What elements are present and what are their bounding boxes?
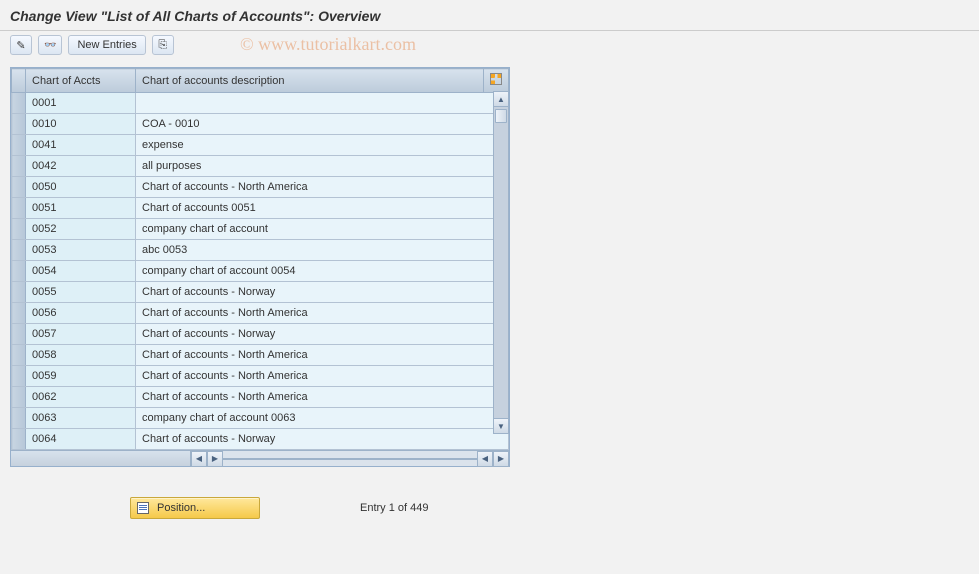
details-button[interactable]: [38, 35, 62, 55]
cell-description[interactable]: Chart of accounts 0051: [136, 198, 509, 219]
cell-description[interactable]: COA - 0010: [136, 114, 509, 135]
copy-icon: [158, 39, 167, 52]
row-selector[interactable]: [12, 114, 26, 135]
new-entries-button[interactable]: New Entries: [68, 35, 145, 55]
position-icon: [137, 502, 149, 514]
table-row[interactable]: 0057Chart of accounts - Norway: [12, 324, 509, 345]
cell-code[interactable]: 0056: [26, 303, 136, 324]
scroll-left-button[interactable]: ◀: [191, 451, 207, 467]
page-title: Change View "List of All Charts of Accou…: [0, 0, 979, 31]
column-header-desc[interactable]: Chart of accounts description: [136, 69, 484, 93]
cell-code[interactable]: 0010: [26, 114, 136, 135]
row-selector[interactable]: [12, 156, 26, 177]
cell-description[interactable]: company chart of account: [136, 219, 509, 240]
row-selector[interactable]: [12, 93, 26, 114]
table-row[interactable]: 0052company chart of account: [12, 219, 509, 240]
row-selector[interactable]: [12, 429, 26, 450]
scroll-up-button[interactable]: ▲: [493, 91, 509, 107]
change-toggle-button[interactable]: [10, 35, 32, 55]
cell-description[interactable]: expense: [136, 135, 509, 156]
cell-code[interactable]: 0059: [26, 366, 136, 387]
table-row[interactable]: 0064Chart of accounts - Norway: [12, 429, 509, 450]
horizontal-scrollbar[interactable]: ◀ ▶ ◀ ▶: [11, 450, 509, 466]
cell-code[interactable]: 0055: [26, 282, 136, 303]
cell-code[interactable]: 0053: [26, 240, 136, 261]
cell-code[interactable]: 0063: [26, 408, 136, 429]
table-settings-button[interactable]: [484, 69, 509, 93]
table-row[interactable]: 0001: [12, 93, 509, 114]
scroll-left-end-button[interactable]: ◀: [477, 451, 493, 467]
cell-description[interactable]: company chart of account 0063: [136, 408, 509, 429]
position-label: Position...: [157, 502, 205, 514]
scroll-track-horizontal[interactable]: [223, 458, 477, 460]
row-selector[interactable]: [12, 219, 26, 240]
table-row[interactable]: 0058Chart of accounts - North America: [12, 345, 509, 366]
row-selector[interactable]: [12, 303, 26, 324]
row-selector[interactable]: [12, 345, 26, 366]
scroll-down-button[interactable]: ▼: [493, 418, 509, 434]
cell-code[interactable]: 0050: [26, 177, 136, 198]
cell-description[interactable]: [136, 93, 509, 114]
cell-description[interactable]: company chart of account 0054: [136, 261, 509, 282]
row-selector[interactable]: [12, 177, 26, 198]
row-selector[interactable]: [12, 324, 26, 345]
grid-settings-icon: [490, 73, 502, 85]
cell-description[interactable]: Chart of accounts - Norway: [136, 429, 509, 450]
toolbar: New Entries: [0, 31, 979, 59]
cell-description[interactable]: abc 0053: [136, 240, 509, 261]
table-row[interactable]: 0054company chart of account 0054: [12, 261, 509, 282]
scroll-right-inner-button[interactable]: ▶: [207, 451, 223, 467]
cell-description[interactable]: Chart of accounts - North America: [136, 366, 509, 387]
cell-code[interactable]: 0042: [26, 156, 136, 177]
table-row[interactable]: 0050Chart of accounts - North America: [12, 177, 509, 198]
table-row[interactable]: 0041expense: [12, 135, 509, 156]
cell-code[interactable]: 0051: [26, 198, 136, 219]
cell-code[interactable]: 0054: [26, 261, 136, 282]
cell-code[interactable]: 0052: [26, 219, 136, 240]
table-row[interactable]: 0042all purposes: [12, 156, 509, 177]
column-header-code[interactable]: Chart of Accts: [26, 69, 136, 93]
row-selector[interactable]: [12, 240, 26, 261]
vertical-scrollbar[interactable]: ▲ ▼: [493, 91, 509, 434]
pencil-glasses-icon: [16, 39, 25, 52]
cell-code[interactable]: 0062: [26, 387, 136, 408]
table-row[interactable]: 0062Chart of accounts - North America: [12, 387, 509, 408]
cell-description[interactable]: Chart of accounts - Norway: [136, 324, 509, 345]
cell-description[interactable]: Chart of accounts - North America: [136, 345, 509, 366]
cell-description[interactable]: all purposes: [136, 156, 509, 177]
cell-description[interactable]: Chart of accounts - North America: [136, 303, 509, 324]
scroll-track-vertical[interactable]: [493, 107, 509, 418]
table-row[interactable]: 0053abc 0053: [12, 240, 509, 261]
cell-code[interactable]: 0041: [26, 135, 136, 156]
row-selector[interactable]: [12, 282, 26, 303]
table-row[interactable]: 0063company chart of account 0063: [12, 408, 509, 429]
cell-description[interactable]: Chart of accounts - Norway: [136, 282, 509, 303]
table-row[interactable]: 0055Chart of accounts - Norway: [12, 282, 509, 303]
table-row[interactable]: 0059Chart of accounts - North America: [12, 366, 509, 387]
table-row[interactable]: 0051Chart of accounts 0051: [12, 198, 509, 219]
hscroll-spacer: [11, 451, 191, 466]
scroll-right-button[interactable]: ▶: [493, 451, 509, 467]
row-selector[interactable]: [12, 366, 26, 387]
copy-button[interactable]: [152, 35, 174, 55]
cell-description[interactable]: Chart of accounts - North America: [136, 177, 509, 198]
cell-code[interactable]: 0064: [26, 429, 136, 450]
scroll-thumb-vertical[interactable]: [495, 109, 507, 123]
row-selector[interactable]: [12, 135, 26, 156]
row-selector[interactable]: [12, 387, 26, 408]
entry-count-text: Entry 1 of 449: [360, 502, 429, 514]
cell-code[interactable]: 0057: [26, 324, 136, 345]
row-selector[interactable]: [12, 261, 26, 282]
table-row[interactable]: 0056Chart of accounts - North America: [12, 303, 509, 324]
glasses-icon: [44, 39, 56, 51]
row-marker-header: [12, 69, 26, 93]
row-selector[interactable]: [12, 408, 26, 429]
cell-code[interactable]: 0001: [26, 93, 136, 114]
cell-description[interactable]: Chart of accounts - North America: [136, 387, 509, 408]
cell-code[interactable]: 0058: [26, 345, 136, 366]
position-button[interactable]: Position...: [130, 497, 260, 519]
row-selector[interactable]: [12, 198, 26, 219]
chart-of-accounts-table: Chart of Accts Chart of accounts descrip…: [10, 67, 510, 467]
table-row[interactable]: 0010COA - 0010: [12, 114, 509, 135]
